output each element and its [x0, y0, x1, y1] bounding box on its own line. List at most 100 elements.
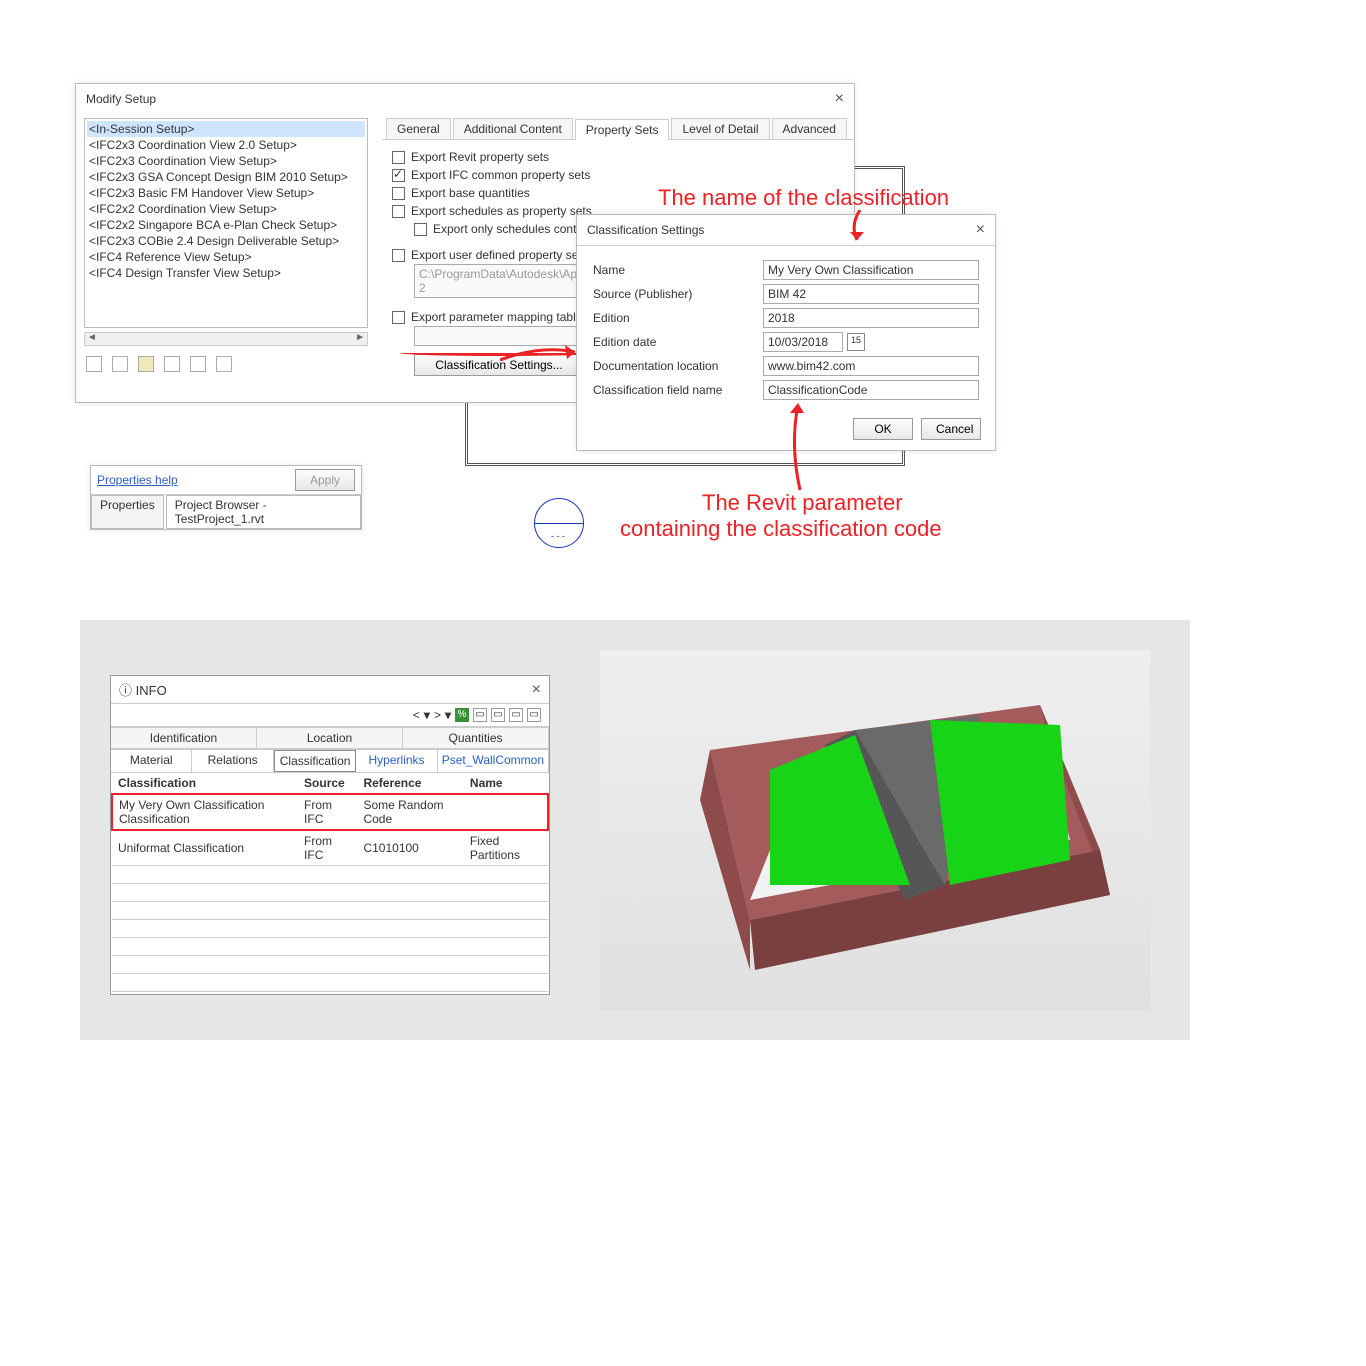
- subtab-classification[interactable]: Classification: [274, 750, 356, 772]
- red-arrow-down: [845, 210, 875, 250]
- compass-icon: - - -: [534, 498, 584, 548]
- info-title: ⓘ INFO: [119, 680, 167, 699]
- nav-last-icon[interactable]: ▾: [445, 708, 451, 722]
- tab-additional-content[interactable]: Additional Content: [453, 118, 573, 139]
- chk-export-revit-psets[interactable]: [392, 151, 405, 164]
- property-tabs: General Additional Content Property Sets…: [382, 118, 854, 140]
- input-edition-date[interactable]: 10/03/2018: [763, 332, 843, 352]
- nav-next-icon[interactable]: >: [434, 708, 441, 722]
- nav-prev-icon[interactable]: ▾: [424, 708, 430, 722]
- lbl-export-ifc-common: Export IFC common property sets: [411, 168, 590, 182]
- subtab-material[interactable]: Material: [111, 750, 192, 772]
- chk-export-only-sched[interactable]: [414, 223, 427, 236]
- info-toolbar: < ▾ > ▾ % ▭ ▭ ▭ ▭: [111, 704, 549, 727]
- modify-setup-title: Modify Setup: [86, 92, 156, 106]
- setup-item[interactable]: <IFC4 Reference View Setup>: [87, 249, 365, 265]
- input-edition[interactable]: 2018: [763, 308, 979, 328]
- setup-item[interactable]: <IFC2x3 GSA Concept Design BIM 2010 Setu…: [87, 169, 365, 185]
- lbl-export-param-map: Export parameter mapping table: [411, 310, 582, 324]
- close-icon[interactable]: ×: [976, 221, 985, 239]
- input-source[interactable]: BIM 42: [763, 284, 979, 304]
- rename-setup-icon[interactable]: [138, 356, 154, 372]
- setup-item[interactable]: <IFC2x3 Coordination View 2.0 Setup>: [87, 137, 365, 153]
- close-icon[interactable]: ×: [532, 681, 541, 699]
- copy-setup-icon[interactable]: [112, 356, 128, 372]
- input-name[interactable]: My Very Own Classification: [763, 260, 979, 280]
- setup-item[interactable]: <IFC2x3 COBie 2.4 Design Deliverable Set…: [87, 233, 365, 249]
- tab-project-browser[interactable]: Project Browser - TestProject_1.rvt: [166, 495, 361, 529]
- new-setup-icon[interactable]: [86, 356, 102, 372]
- properties-panel-bottom: Properties help Apply Properties Project…: [90, 465, 362, 530]
- box4-icon[interactable]: ▭: [527, 708, 541, 722]
- tab-advanced[interactable]: Advanced: [772, 118, 847, 139]
- tab-properties[interactable]: Properties: [91, 495, 164, 529]
- nav-first-icon[interactable]: <: [413, 708, 420, 722]
- subtab-relations[interactable]: Relations: [192, 750, 273, 772]
- annotation-name: The name of the classification: [658, 185, 949, 211]
- red-arrow-up: [780, 395, 820, 495]
- input-doc-loc[interactable]: www.bim42.com: [763, 356, 979, 376]
- cat-identification[interactable]: Identification: [111, 728, 257, 748]
- col-source: Source: [298, 773, 357, 794]
- setup-list[interactable]: <In-Session Setup> <IFC2x3 Coordination …: [84, 118, 368, 328]
- chk-export-param-map[interactable]: [392, 311, 405, 324]
- table-row[interactable]: My Very Own Classification Classificatio…: [112, 794, 548, 830]
- tab-general[interactable]: General: [386, 118, 451, 139]
- annotation-param-2: containing the classification code: [620, 516, 942, 542]
- lbl-edition: Edition: [593, 311, 763, 325]
- table-row[interactable]: Uniformat Classification From IFC C10101…: [112, 830, 548, 866]
- info-subtab-row: Material Relations Classification Hyperl…: [111, 749, 549, 773]
- lbl-source: Source (Publisher): [593, 287, 763, 301]
- col-reference: Reference: [357, 773, 463, 794]
- properties-help-link[interactable]: Properties help: [97, 473, 178, 487]
- apply-button[interactable]: Apply: [295, 469, 355, 491]
- lbl-export-revit-psets: Export Revit property sets: [411, 150, 549, 164]
- chk-export-ifc-common[interactable]: [392, 169, 405, 182]
- box2-icon[interactable]: ▭: [491, 708, 505, 722]
- delete-setup-icon[interactable]: [164, 356, 180, 372]
- cancel-button[interactable]: Cancel: [921, 418, 981, 440]
- calendar-icon[interactable]: 15: [847, 333, 865, 351]
- annotation-param: The Revit parameter: [702, 490, 903, 516]
- lbl-edition-date: Edition date: [593, 335, 763, 349]
- lbl-export-user-psets: Export user defined property sets: [411, 248, 588, 262]
- close-icon[interactable]: ×: [835, 90, 844, 108]
- classification-settings-title: Classification Settings: [587, 223, 704, 237]
- col-classification: Classification: [112, 773, 298, 794]
- setup-item[interactable]: <IFC4 Design Transfer View Setup>: [87, 265, 365, 281]
- bottom-panel: ⓘ INFO × < ▾ > ▾ % ▭ ▭ ▭ ▭ Identificatio…: [80, 620, 1190, 1040]
- subtab-psetwall[interactable]: Pset_WallCommon: [438, 750, 549, 772]
- setup-item[interactable]: <IFC2x3 Coordination View Setup>: [87, 153, 365, 169]
- lbl-cfn: Classification field name: [593, 383, 763, 397]
- info-window: ⓘ INFO × < ▾ > ▾ % ▭ ▭ ▭ ▭ Identificatio…: [110, 675, 550, 995]
- ok-button[interactable]: OK: [853, 418, 913, 440]
- cat-location[interactable]: Location: [257, 728, 403, 748]
- chk-export-schedules[interactable]: [392, 205, 405, 218]
- box1-icon[interactable]: ▭: [473, 708, 487, 722]
- col-name: Name: [464, 773, 548, 794]
- box3-icon[interactable]: ▭: [509, 708, 523, 722]
- lbl-doc-loc: Documentation location: [593, 359, 763, 373]
- 3d-viewport[interactable]: [600, 650, 1150, 1010]
- cat-quantities[interactable]: Quantities: [403, 728, 549, 748]
- export-setup-icon[interactable]: [216, 356, 232, 372]
- setup-item[interactable]: <IFC2x3 Basic FM Handover View Setup>: [87, 185, 365, 201]
- setup-toolbar: [76, 350, 376, 378]
- import-setup-icon[interactable]: [190, 356, 206, 372]
- lbl-export-base-qty: Export base quantities: [411, 186, 530, 200]
- horizontal-scrollbar[interactable]: [84, 332, 368, 346]
- subtab-hyperlinks[interactable]: Hyperlinks: [356, 750, 437, 772]
- classification-table: Classification Source Reference Name My …: [111, 773, 549, 992]
- info-category-row: Identification Location Quantities: [111, 727, 549, 749]
- lbl-name: Name: [593, 263, 763, 277]
- lbl-export-schedules: Export schedules as property sets: [411, 204, 592, 218]
- modify-setup-titlebar: Modify Setup ×: [76, 84, 854, 114]
- chk-export-user-psets[interactable]: [392, 249, 405, 262]
- tab-lod[interactable]: Level of Detail: [671, 118, 769, 139]
- chk-export-base-qty[interactable]: [392, 187, 405, 200]
- setup-item[interactable]: <In-Session Setup>: [87, 121, 365, 137]
- setup-item[interactable]: <IFC2x2 Coordination View Setup>: [87, 201, 365, 217]
- setup-item[interactable]: <IFC2x2 Singapore BCA e-Plan Check Setup…: [87, 217, 365, 233]
- tab-property-sets[interactable]: Property Sets: [575, 119, 670, 140]
- link-icon[interactable]: %: [455, 708, 469, 722]
